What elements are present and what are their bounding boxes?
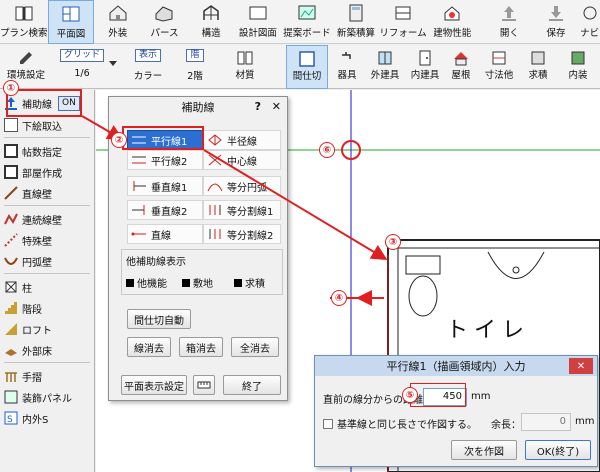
annotation-number: ① [3, 80, 19, 96]
annotation-arrows [81, 115, 388, 306]
annotation-number: ⑤ [402, 387, 418, 403]
arrow-2-to-3 [203, 149, 388, 261]
annotation-number: ⑥ [319, 142, 335, 158]
annotation-circle-6 [341, 140, 361, 160]
annotation-number: ④ [331, 290, 347, 306]
annotation-number: ③ [385, 234, 401, 250]
annotation-number: ② [111, 132, 127, 148]
